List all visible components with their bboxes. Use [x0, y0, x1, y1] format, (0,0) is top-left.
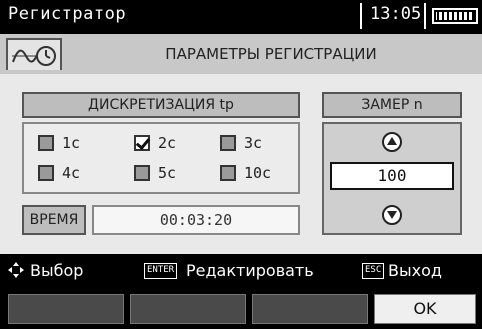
- sampling-heading: ДИСКРЕТИЗАЦИЯ tр: [22, 92, 300, 118]
- hint-bar: Выбор ENTER Редактировать ESC Выход: [0, 254, 482, 286]
- option-label: 3с: [244, 134, 263, 152]
- title-bar: ПАРАМЕТРЫ РЕГИСТРАЦИИ: [0, 34, 482, 74]
- checkbox[interactable]: [38, 135, 54, 151]
- hint-edit-text: Редактировать: [186, 261, 314, 280]
- hint-exit-text: Выход: [388, 261, 442, 280]
- measurement-stepper: 100: [322, 122, 462, 235]
- battery-icon: [432, 8, 478, 24]
- option-4s[interactable]: 4с: [38, 164, 80, 182]
- main-panel: ДИСКРЕТИЗАЦИЯ tр ЗАМЕР n 1с 2с 3с 4с 5с: [0, 74, 482, 254]
- softkey-2[interactable]: [130, 294, 246, 324]
- softkey-bar: OK: [0, 286, 482, 329]
- option-label: 10с: [244, 164, 272, 182]
- softkey-1[interactable]: [8, 294, 124, 324]
- clock: 13:05: [370, 4, 422, 24]
- esc-key-icon: ESC: [362, 263, 385, 279]
- waveform-clock-icon: [12, 46, 56, 66]
- option-label: 1с: [62, 134, 81, 152]
- option-1s[interactable]: 1с: [38, 134, 80, 152]
- recorder-tab[interactable]: [6, 38, 62, 70]
- checkbox[interactable]: [38, 165, 54, 181]
- decrement-arrow-icon[interactable]: [382, 205, 402, 225]
- enter-key-icon: ENTER: [144, 263, 178, 279]
- softkey-3[interactable]: [252, 294, 368, 324]
- checkbox[interactable]: [220, 135, 236, 151]
- duration-label: ВРЕМЯ: [22, 205, 86, 235]
- increment-arrow-icon[interactable]: [382, 132, 402, 152]
- measurement-count-field[interactable]: 100: [330, 162, 454, 190]
- checkbox[interactable]: [220, 165, 236, 181]
- ok-button[interactable]: OK: [374, 294, 476, 324]
- option-2s[interactable]: 2с: [134, 134, 176, 152]
- option-3s[interactable]: 3с: [220, 134, 262, 152]
- navigation-arrows-icon: [8, 262, 24, 278]
- sampling-options: 1с 2с 3с 4с 5с 10с: [22, 122, 300, 194]
- option-label: 4с: [62, 164, 81, 182]
- hint-select-text: Выбор: [30, 261, 84, 280]
- checkbox[interactable]: [134, 165, 150, 181]
- device-screen: Регистратор 13:05 ПАРАМЕТРЫ РЕГИСТРАЦИИ …: [0, 0, 482, 329]
- option-label: 2с: [158, 134, 177, 152]
- screen-title: ПАРАМЕТРЫ РЕГИСТРАЦИИ: [165, 45, 377, 63]
- status-bar: Регистратор 13:05: [0, 0, 482, 32]
- app-title: Регистратор: [8, 4, 127, 24]
- duration-field[interactable]: 00:03:20: [92, 205, 300, 235]
- option-10s[interactable]: 10с: [220, 164, 271, 182]
- option-label: 5с: [158, 164, 177, 182]
- divider: [424, 3, 426, 29]
- checkbox-checked[interactable]: [134, 135, 150, 151]
- measurement-heading: ЗАМЕР n: [322, 92, 462, 118]
- option-5s[interactable]: 5с: [134, 164, 176, 182]
- divider: [360, 3, 362, 29]
